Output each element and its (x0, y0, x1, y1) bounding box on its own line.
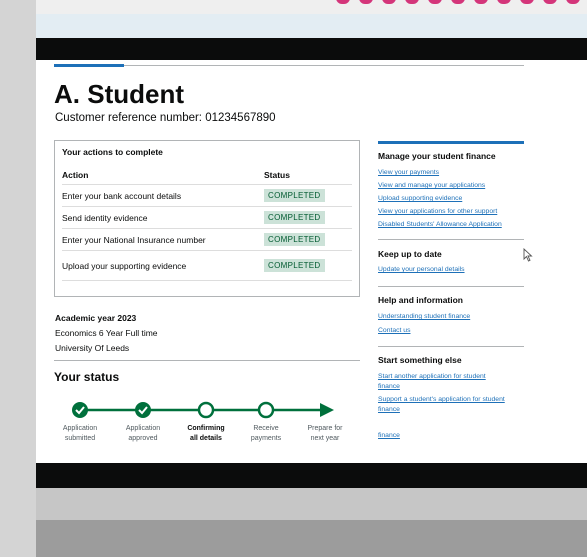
link-finance[interactable]: finance (378, 431, 524, 441)
table-row[interactable]: Send identity evidence COMPLETED (62, 207, 352, 229)
status-badge: COMPLETED (264, 233, 325, 246)
footer-bar (36, 463, 587, 488)
decorative-dots (336, 0, 587, 4)
action-text[interactable]: Enter your bank account details (62, 191, 181, 201)
col-action-header: Action (62, 169, 89, 180)
arrow-right-icon (320, 403, 334, 417)
academic-year: Academic year 2023 (55, 313, 137, 323)
status-badge: COMPLETED (264, 259, 325, 272)
sidebar-heading-start: Start something else (378, 355, 462, 365)
header-accent-line (54, 64, 124, 67)
screen-bezel (36, 520, 587, 557)
action-text[interactable]: Upload your supporting evidence (62, 261, 186, 271)
sidebar-heading-manage: Manage your student finance (378, 151, 496, 161)
link-other-support[interactable]: View your applications for other support (378, 207, 524, 217)
header-divider (124, 65, 524, 66)
step-label-submitted: Application submitted (62, 425, 98, 442)
action-text[interactable]: Send identity evidence (62, 213, 148, 223)
link-view-payments[interactable]: View your payments (378, 168, 524, 178)
check-circle-icon (135, 402, 151, 418)
actions-panel: Your actions to complete Action Status E… (54, 140, 360, 297)
header-top-bar (36, 14, 587, 38)
link-contact-us[interactable]: Contact us (378, 326, 524, 336)
progress-track (72, 401, 334, 419)
link-manage-applications[interactable]: View and manage your applications (378, 181, 524, 191)
link-understanding-finance[interactable]: Understanding student finance (378, 312, 524, 322)
step-label-approved: Application approved (125, 425, 161, 442)
table-row[interactable]: Enter your bank account details COMPLETE… (62, 185, 352, 207)
university-name: University Of Leeds (55, 343, 130, 353)
link-dsa-application[interactable]: Disabled Students' Allowance Application (378, 220, 524, 230)
header-bar (36, 38, 587, 60)
step-label-receive: Receive payments (250, 425, 282, 442)
status-heading: Your status (54, 370, 120, 384)
actions-header-row: Action Status (62, 165, 352, 185)
mouse-cursor-icon (523, 248, 533, 262)
academic-info: Academic year 2023 Economics 6 Year Full… (55, 311, 158, 356)
col-status-header: Status (264, 169, 290, 180)
table-row[interactable]: Upload your supporting evidence COMPLETE… (62, 251, 352, 281)
link-upload-evidence[interactable]: Upload supporting evidence (378, 194, 524, 204)
step-label-prepare: Prepare for next year (307, 425, 343, 442)
status-badge: COMPLETED (264, 211, 325, 224)
action-text[interactable]: Enter your National Insurance number (62, 235, 206, 245)
page-title: A. Student (54, 79, 184, 109)
footer-area (36, 488, 587, 520)
actions-heading: Your actions to complete (62, 147, 163, 157)
customer-reference: Customer reference number: 01234567890 (55, 112, 276, 124)
link-support-student[interactable]: Support a student's application for stud… (378, 395, 524, 415)
link-update-details[interactable]: Update your personal details (378, 265, 524, 275)
sidebar: Manage your student finance View your pa… (378, 140, 524, 441)
pending-step-icon (257, 401, 275, 419)
current-step-icon (197, 401, 215, 419)
course-name: Economics 6 Year Full time (55, 328, 158, 338)
link-start-application[interactable]: Start another application for student fi… (378, 372, 506, 392)
step-label-confirming: Confirming all details (187, 425, 225, 442)
table-row[interactable]: Enter your National Insurance number COM… (62, 229, 352, 251)
left-gutter (0, 0, 36, 557)
sidebar-heading-help: Help and information (378, 295, 463, 305)
account-page: A. Student Customer reference number: 01… (36, 14, 587, 557)
sidebar-heading-keep-up: Keep up to date (378, 249, 442, 259)
status-divider (54, 360, 360, 361)
status-badge: COMPLETED (264, 189, 325, 202)
check-circle-icon (72, 402, 88, 418)
top-strip (36, 0, 587, 14)
status-progress: Application submitted Application approved… (50, 398, 350, 458)
